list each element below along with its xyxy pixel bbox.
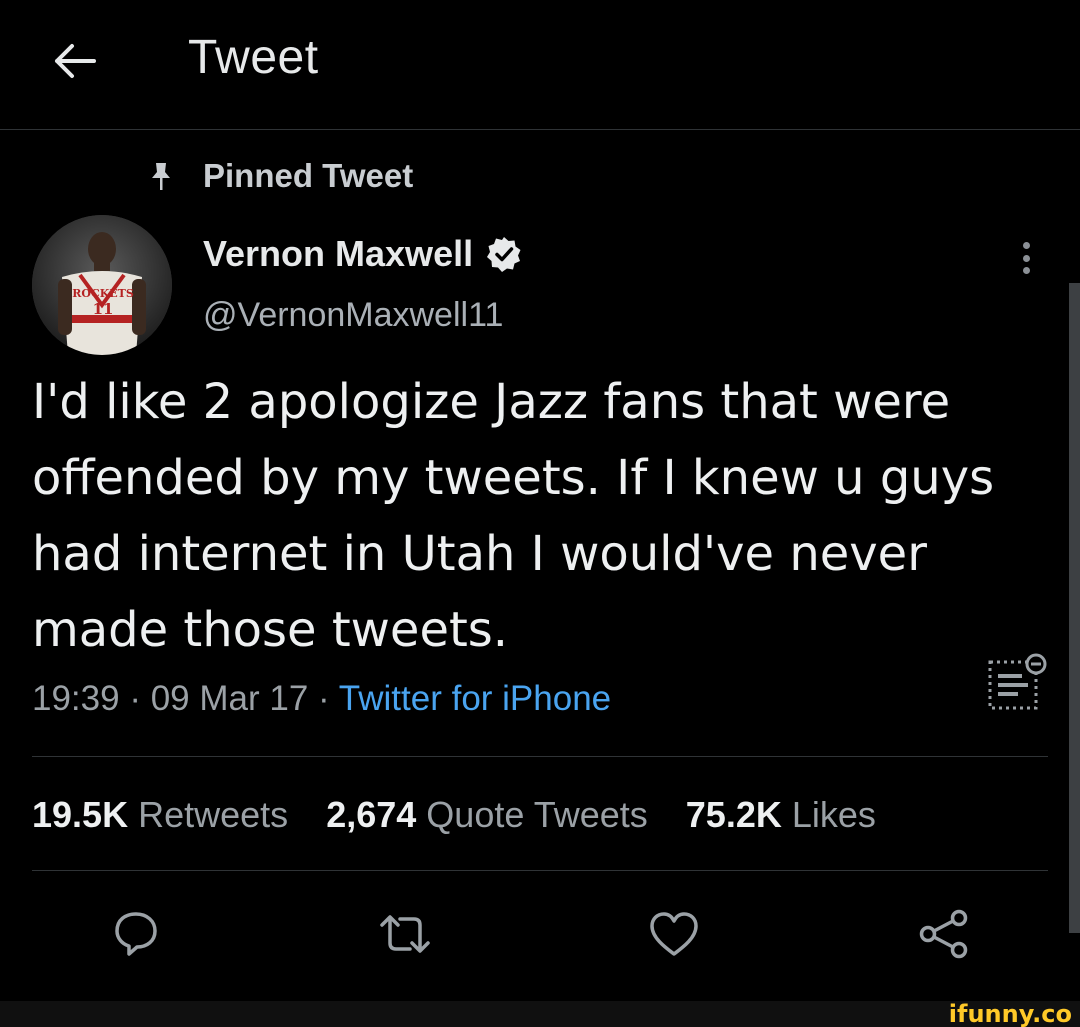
tweet-source-link[interactable]: Twitter for iPhone (339, 679, 611, 718)
author-handle[interactable]: @VernonMaxwell11 (203, 296, 503, 335)
tweet-meta: 19:39 · 09 Mar 17 · Twitter for iPhone (32, 674, 611, 724)
pinned-indicator: Pinned Tweet (145, 156, 413, 196)
avatar-jersey-text: ROCKETS (72, 287, 134, 300)
meta-separator: · (129, 679, 141, 718)
share-button[interactable] (912, 902, 976, 966)
quotes-count: 2,674 (326, 794, 417, 835)
likes-label: Likes (791, 794, 876, 835)
quotes-stat[interactable]: 2,674 Quote Tweets (326, 790, 648, 840)
retweets-stat[interactable]: 19.5K Retweets (32, 790, 288, 840)
reply-button[interactable] (104, 902, 168, 966)
page-title: Tweet (188, 31, 319, 84)
likes-stat[interactable]: 75.2K Likes (686, 790, 876, 840)
divider (32, 756, 1048, 757)
engagement-stats: 19.5K Retweets 2,674 Quote Tweets 75.2K … (32, 790, 904, 840)
meta-separator: · (318, 679, 330, 718)
back-button[interactable] (48, 38, 100, 84)
author-name[interactable]: Vernon Maxwell (203, 233, 473, 275)
reply-icon (115, 912, 157, 956)
retweets-count: 19.5K (32, 794, 129, 835)
author-name-row[interactable]: Vernon Maxwell (203, 233, 523, 275)
arrow-left-icon (55, 44, 96, 78)
likes-count: 75.2K (685, 794, 782, 835)
analytics-icon[interactable] (984, 652, 1050, 714)
more-options-icon[interactable] (1012, 240, 1040, 276)
like-icon (650, 912, 698, 956)
retweets-label: Retweets (138, 794, 289, 835)
pinned-label: Pinned Tweet (203, 157, 414, 194)
tweet-date[interactable]: 09 Mar 17 (151, 679, 309, 718)
top-bar: Tweet (0, 0, 1080, 130)
share-icon (919, 909, 968, 959)
retweet-icon (380, 915, 430, 953)
quotes-label: Quote Tweets (426, 794, 648, 835)
tweet-time[interactable]: 19:39 (32, 679, 120, 718)
watermark-logo: ifunny.co (948, 1000, 1072, 1027)
tweet-text: I'd like 2 apologize Jazz fans that were… (32, 374, 995, 658)
watermark-bar: ifunny.co (0, 1001, 1080, 1027)
scrollbar[interactable] (1069, 283, 1080, 933)
avatar-jersey-number: 11 (93, 300, 114, 318)
retweet-button[interactable] (373, 902, 437, 966)
pin-icon (145, 158, 177, 194)
divider (32, 870, 1048, 871)
verified-badge-icon (485, 235, 523, 273)
like-button[interactable] (642, 902, 706, 966)
avatar[interactable]: ROCKETS 11 (32, 215, 172, 355)
